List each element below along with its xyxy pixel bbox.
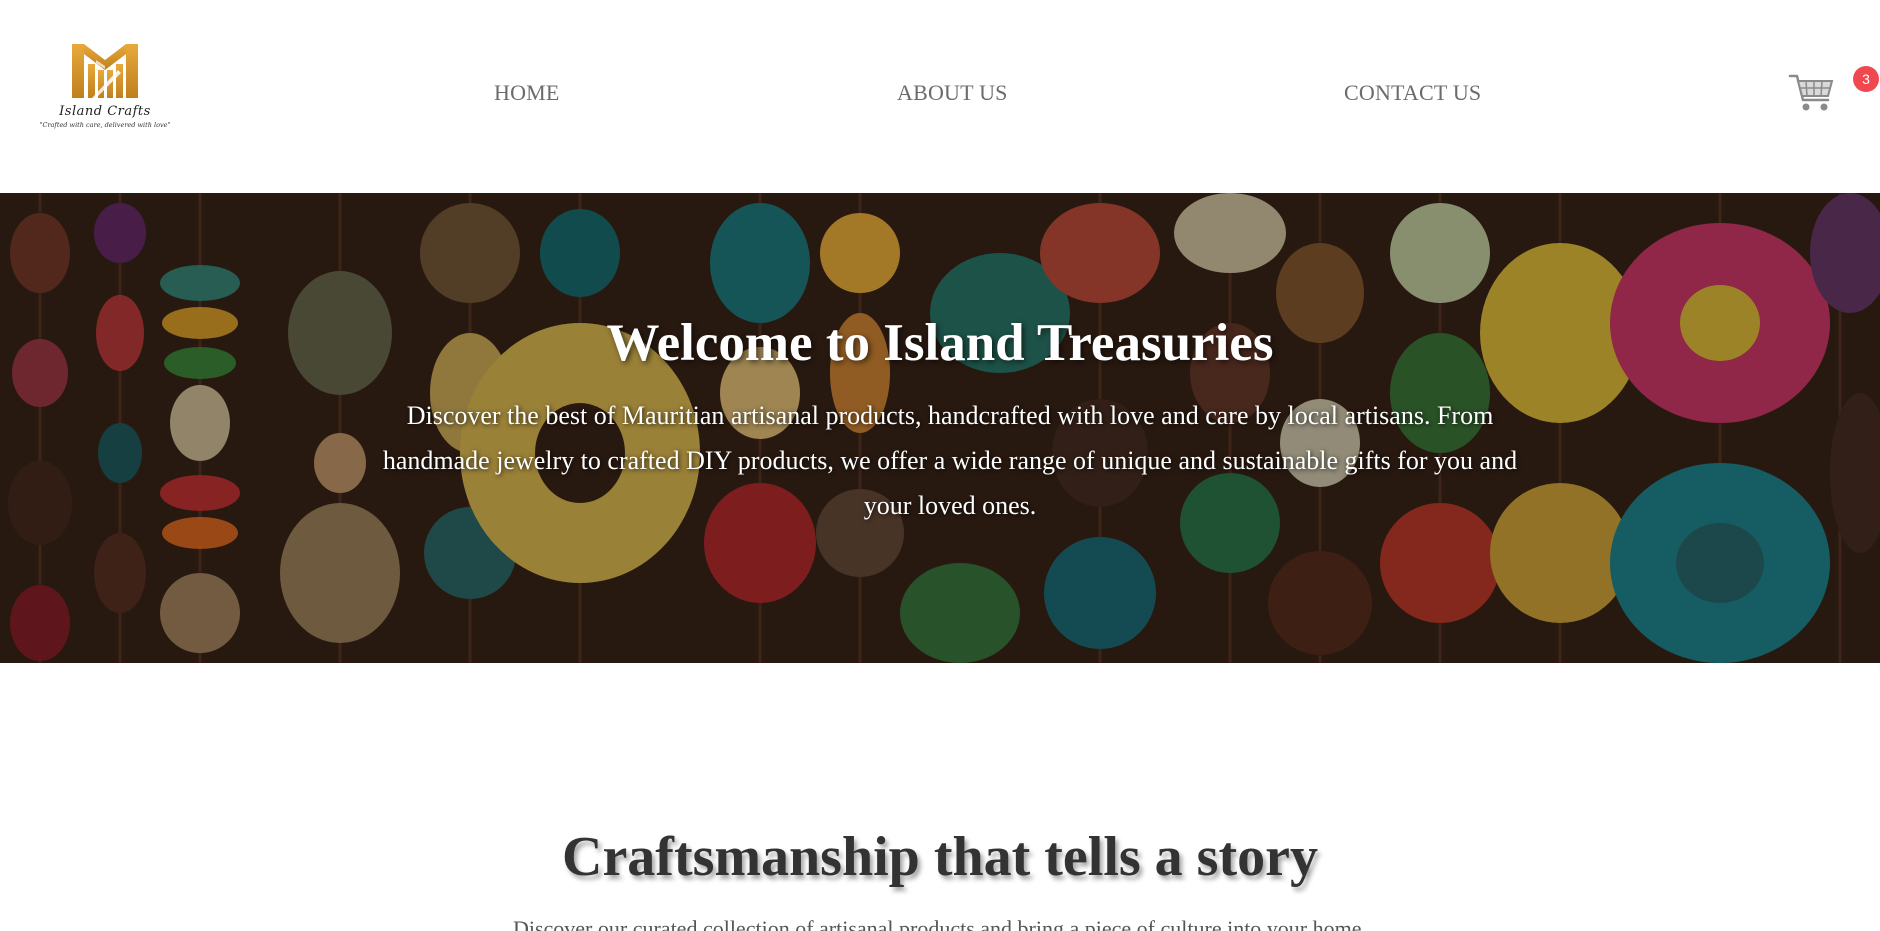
- site-logo[interactable]: Island Crafts "Crafted with care, delive…: [30, 40, 180, 150]
- nav-about-link[interactable]: ABOUT US: [897, 80, 1008, 106]
- story-description: Discover our curated collection of artis…: [512, 916, 1368, 931]
- hero-title: Welcome to Island Treasuries: [606, 314, 1274, 372]
- logo-name: Island Crafts: [59, 104, 151, 119]
- cart-count-badge: 3: [1853, 66, 1879, 92]
- hero-description: Discover the best of Mauritian artisanal…: [382, 401, 1518, 520]
- nav-home-link[interactable]: HOME: [494, 80, 560, 106]
- cart-button[interactable]: [1788, 70, 1838, 120]
- shopping-cart-icon: [1788, 74, 1834, 111]
- story-title: Craftsmanship that tells a story: [562, 826, 1318, 888]
- hero-banner: Welcome to Island Treasuries Discover th…: [0, 193, 1880, 663]
- site-header: Island Crafts "Crafted with care, delive…: [0, 0, 1880, 193]
- logo-mark-icon: [72, 44, 138, 98]
- nav-contact-link[interactable]: CONTACT US: [1344, 80, 1481, 106]
- logo-tagline: "Crafted with care, delivered with love": [39, 121, 171, 129]
